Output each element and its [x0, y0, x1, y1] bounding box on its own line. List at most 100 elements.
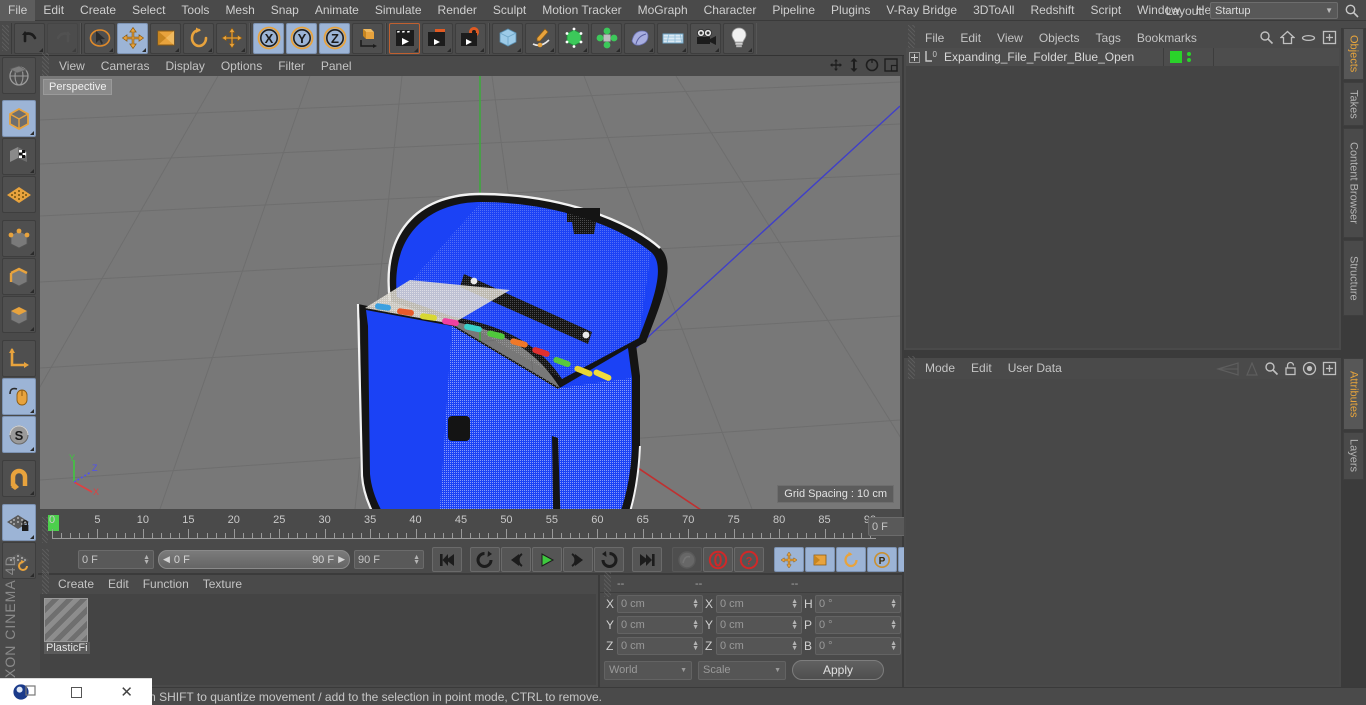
pan-view-icon[interactable] — [829, 58, 843, 75]
position-y-field[interactable]: 0 cm ▲ ▼ — [617, 616, 703, 634]
render-view-button[interactable] — [389, 22, 420, 54]
object-menu-edit[interactable]: Edit — [952, 28, 989, 48]
make-editable-button[interactable] — [2, 57, 36, 94]
menu-item-mesh[interactable]: Mesh — [217, 0, 262, 21]
go-to-start-button[interactable] — [432, 547, 462, 572]
frame-range-slider[interactable]: ◀ 0 F 90 F ▶ — [158, 550, 350, 569]
workplane-mode-button[interactable] — [2, 176, 36, 213]
viewport-menu-options[interactable]: Options — [213, 56, 270, 76]
world-object-coordinates-button[interactable] — [352, 22, 383, 54]
menu-item-tools[interactable]: Tools — [173, 0, 217, 21]
lock-x-axis-button[interactable]: X — [253, 22, 284, 54]
stepper-icon[interactable]: ▲▼ — [791, 598, 798, 610]
right-tab-structure[interactable]: Structure — [1343, 240, 1364, 316]
stepper-icon[interactable]: ▲▼ — [890, 619, 897, 631]
edge-mode-button[interactable] — [2, 258, 36, 295]
lock-z-axis-button[interactable]: Z — [319, 22, 350, 54]
stepper-icon[interactable]: ▲▼ — [143, 554, 150, 566]
size-z-field[interactable]: 0 cm ▲ ▼ — [716, 637, 802, 655]
rotate-tool[interactable] — [183, 22, 214, 54]
coordinate-mode-select[interactable]: Scale ▼ — [698, 660, 786, 680]
forward-nav-icon[interactable] — [1245, 360, 1259, 379]
range-right-arrow-icon[interactable]: ▶ — [338, 554, 345, 565]
object-menu-view[interactable]: View — [989, 28, 1031, 48]
material-menu-function[interactable]: Function — [136, 575, 196, 594]
c4d-logo-icon[interactable] — [0, 679, 51, 705]
end-frame-field[interactable]: 90 F ▲ ▼ — [354, 550, 424, 569]
layout-select[interactable]: Startup ▼ — [1210, 2, 1338, 19]
visibility-dots-icon[interactable] — [1187, 52, 1191, 62]
stepper-icon[interactable]: ▲▼ — [791, 640, 798, 652]
search-icon[interactable] — [1259, 30, 1274, 48]
autokeying-button[interactable] — [703, 547, 733, 572]
home-icon[interactable] — [1279, 30, 1296, 48]
add-deformer-button[interactable] — [624, 22, 655, 54]
object-menu-objects[interactable]: Objects — [1031, 28, 1088, 48]
apply-button[interactable]: Apply — [792, 660, 884, 680]
previous-key-button[interactable] — [470, 547, 500, 572]
go-to-end-button[interactable] — [632, 547, 662, 572]
menu-item-motion-tracker[interactable]: Motion Tracker — [534, 0, 629, 21]
timeline-ruler[interactable]: 051015202530354045505560657075808590 — [48, 514, 876, 544]
viewport-3d[interactable]: Perspective Grid Spacing : 10 cm Y X Z — [40, 76, 900, 509]
menu-item-script[interactable]: Script — [1082, 0, 1129, 21]
size-y-field[interactable]: 0 cm ▲ ▼ — [716, 616, 802, 634]
object-row[interactable]: 0 Expanding_File_Folder_Blue_Open — [906, 48, 1339, 66]
new-tab-icon[interactable] — [1322, 361, 1337, 379]
menu-item-render[interactable]: Render — [430, 0, 485, 21]
object-tags-column[interactable] — [1213, 48, 1343, 66]
right-tab-attributes[interactable]: Attributes — [1343, 358, 1364, 430]
next-key-button[interactable] — [594, 547, 624, 572]
stepper-icon[interactable]: ▲▼ — [890, 640, 897, 652]
material-menu-create[interactable]: Create — [51, 575, 101, 594]
position-key-button[interactable] — [774, 547, 804, 572]
position-x-field[interactable]: 0 cm ▲ ▼ — [617, 595, 703, 613]
magnet-tool-button[interactable] — [2, 460, 36, 497]
add-camera-button[interactable] — [690, 22, 721, 54]
add-environment-button[interactable] — [657, 22, 688, 54]
viewport-menu-panel[interactable]: Panel — [313, 56, 360, 76]
position-z-field[interactable]: 0 cm ▲ ▼ — [617, 637, 703, 655]
enable-snapping-button[interactable] — [2, 378, 36, 415]
new-layer-icon[interactable] — [1322, 30, 1337, 48]
parameter-key-button[interactable]: P — [867, 547, 897, 572]
object-menu-file[interactable]: File — [917, 28, 952, 48]
coordinates-grip[interactable] — [604, 570, 611, 597]
maximize-window-button[interactable] — [51, 679, 102, 705]
object-menu-bookmarks[interactable]: Bookmarks — [1129, 28, 1205, 48]
search-icon[interactable] — [1344, 3, 1360, 19]
menu-item-create[interactable]: Create — [72, 0, 124, 21]
add-light-button[interactable] — [723, 22, 754, 54]
stepper-icon[interactable]: ▲▼ — [890, 598, 897, 610]
lock-y-axis-button[interactable]: Y — [286, 22, 317, 54]
object-tree[interactable]: 0 Expanding_File_Folder_Blue_Open — [906, 48, 1339, 348]
menu-item-file[interactable]: File — [0, 0, 36, 21]
render-to-picture-viewer-button[interactable] — [422, 22, 453, 54]
point-mode-button[interactable] — [2, 220, 36, 257]
soft-selection-button[interactable]: S — [2, 416, 36, 453]
undo-button[interactable] — [14, 22, 45, 54]
stepper-icon[interactable]: ▲▼ — [791, 619, 798, 631]
move-tool[interactable] — [117, 22, 148, 54]
rotation-b-field[interactable]: 0 ° ▲ ▼ — [815, 637, 901, 655]
viewport-menu-view[interactable]: View — [51, 56, 93, 76]
ellipse-icon[interactable] — [1301, 32, 1316, 46]
coordinate-system-select[interactable]: World ▼ — [604, 660, 692, 680]
attribute-menu-edit[interactable]: Edit — [963, 358, 1000, 379]
model-mode-button[interactable] — [2, 100, 36, 137]
material-list[interactable]: PlasticFi — [40, 594, 596, 685]
add-array-button[interactable] — [591, 22, 622, 54]
menu-item-sculpt[interactable]: Sculpt — [485, 0, 534, 21]
current-frame-field[interactable]: 0 F ▲ ▼ — [78, 550, 154, 569]
polygon-mode-button[interactable] — [2, 296, 36, 333]
object-axis-button[interactable] — [2, 340, 36, 377]
redo-button[interactable] — [47, 22, 78, 54]
play-button[interactable] — [532, 547, 562, 572]
menu-item-redshift[interactable]: Redshift — [1022, 0, 1082, 21]
step-back-button[interactable] — [501, 547, 531, 572]
back-nav-icon[interactable] — [1215, 361, 1240, 379]
orbit-view-icon[interactable] — [865, 58, 879, 75]
menu-item-select[interactable]: Select — [124, 0, 173, 21]
material-thumbnail[interactable] — [44, 598, 88, 642]
step-forward-button[interactable] — [563, 547, 593, 572]
